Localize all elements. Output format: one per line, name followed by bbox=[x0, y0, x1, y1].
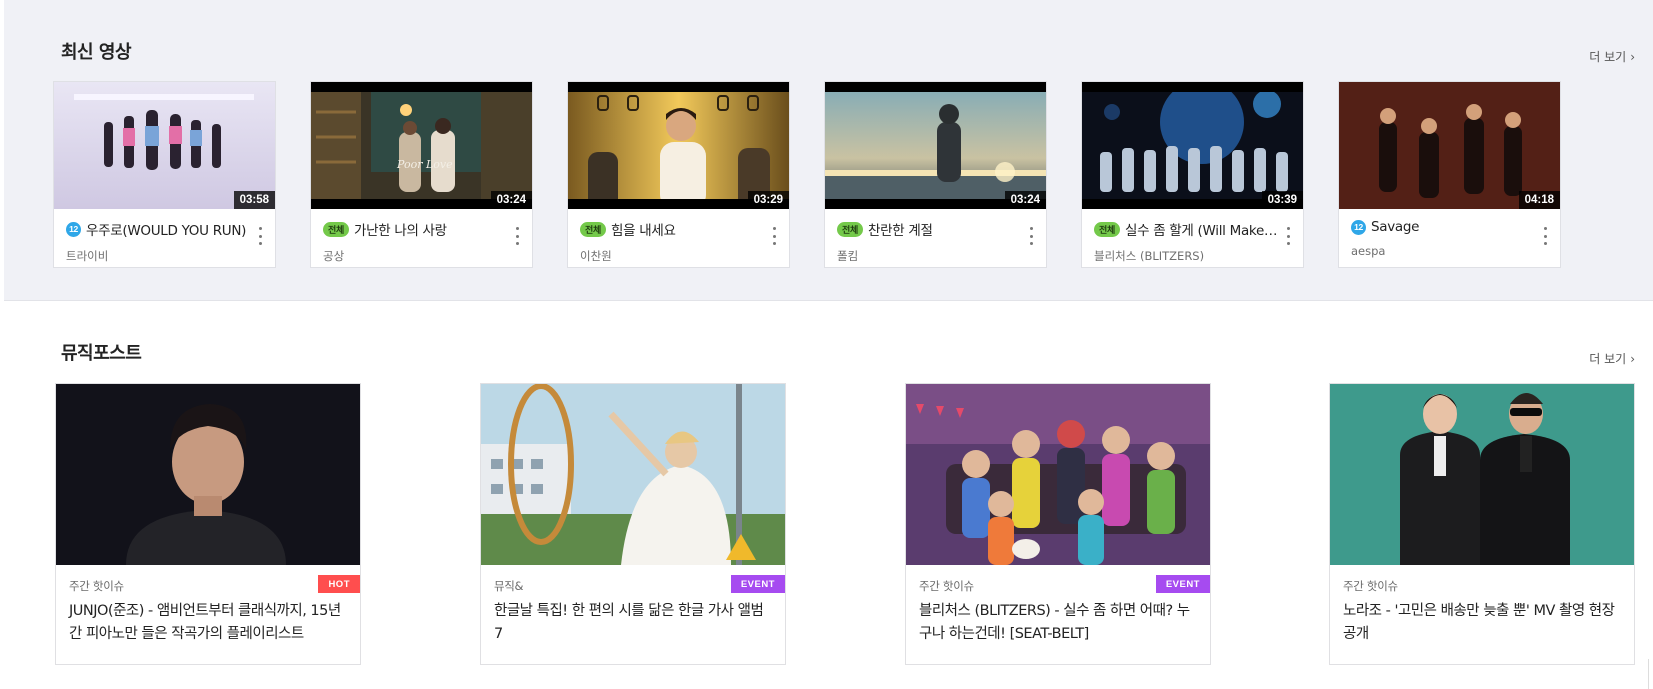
post-image-picture bbox=[481, 384, 785, 565]
post-image-picture bbox=[1330, 384, 1634, 565]
more-label: 더 보기 bbox=[1589, 352, 1627, 366]
post-image-picture bbox=[906, 384, 1210, 565]
post-image[interactable] bbox=[481, 384, 785, 565]
video-title[interactable]: 전체 힘을 내세요 bbox=[580, 219, 765, 239]
video-card[interactable]: 04:18 12 Savage aespa bbox=[1338, 81, 1561, 268]
chevron-right-icon: › bbox=[1630, 49, 1635, 64]
video-artist[interactable]: 트라이비 bbox=[66, 248, 263, 264]
video-duration: 03:58 bbox=[233, 191, 275, 209]
video-artist[interactable]: 블리처스 (BLITZERS) bbox=[1094, 248, 1291, 264]
video-thumbnail[interactable]: Poor Love 03:24 bbox=[311, 82, 532, 209]
post-title[interactable]: 한글날 특집! 한 편의 시를 닮은 한글 가사 앨범 7 bbox=[494, 600, 773, 646]
rating-all-icon: 전체 bbox=[580, 221, 606, 237]
video-title-text: 실수 좀 할게 (Will Make … bbox=[1124, 223, 1279, 239]
video-title[interactable]: 12 우주로(WOULD YOU RUN) bbox=[66, 219, 251, 239]
video-duration: 03:24 bbox=[490, 191, 532, 209]
video-title-text: 가난한 나의 사랑 bbox=[353, 223, 447, 239]
video-card[interactable]: Poor Love 03:24 전체 가난한 나의 사랑 공상 bbox=[310, 81, 533, 268]
rating-all-icon: 전체 bbox=[837, 221, 863, 237]
video-title-text: 힘을 내세요 bbox=[610, 223, 676, 239]
section-title: 최신 영상 bbox=[61, 42, 132, 63]
rating-all-icon: 전체 bbox=[1094, 221, 1120, 237]
video-artist[interactable]: 이찬원 bbox=[580, 248, 777, 264]
hot-badge: HOT bbox=[318, 575, 360, 593]
rating-12-icon: 12 bbox=[1351, 219, 1366, 235]
more-vertical-icon[interactable] bbox=[1028, 227, 1034, 245]
more-vertical-icon[interactable] bbox=[514, 227, 520, 245]
video-title[interactable]: 전체 가난한 나의 사랑 bbox=[323, 219, 508, 239]
music-post-card[interactable]: 뮤직& EVENT 한글날 특집! 한 편의 시를 닮은 한글 가사 앨범 7 bbox=[480, 383, 786, 665]
video-thumbnail-image bbox=[568, 82, 789, 209]
video-thumbnail-image: Poor Love bbox=[311, 82, 532, 209]
video-thumbnail[interactable]: 03:39 bbox=[1082, 82, 1303, 209]
video-card[interactable]: 03:29 전체 힘을 내세요 이찬원 bbox=[567, 81, 790, 268]
video-duration: 03:39 bbox=[1261, 191, 1303, 209]
video-duration: 04:18 bbox=[1518, 191, 1560, 209]
more-label: 더 보기 bbox=[1589, 50, 1627, 64]
post-image[interactable] bbox=[906, 384, 1210, 565]
video-artist[interactable]: 폴킴 bbox=[837, 248, 1034, 264]
event-badge: EVENT bbox=[730, 575, 785, 593]
post-image[interactable] bbox=[56, 384, 360, 565]
more-link[interactable]: 더 보기 › bbox=[1589, 350, 1635, 367]
video-title[interactable]: 12 Savage bbox=[1351, 219, 1536, 235]
video-artist[interactable]: aespa bbox=[1351, 244, 1548, 258]
more-vertical-icon[interactable] bbox=[257, 227, 263, 245]
video-thumbnail[interactable]: 03:29 bbox=[568, 82, 789, 209]
video-duration: 03:29 bbox=[747, 191, 789, 209]
more-link[interactable]: 더 보기 › bbox=[1589, 48, 1635, 65]
video-card[interactable]: 03:58 12 우주로(WOULD YOU RUN) 트라이비 bbox=[53, 81, 276, 268]
video-thumbnail-image bbox=[54, 82, 275, 209]
video-card[interactable]: 03:39 전체 실수 좀 할게 (Will Make … 블리처스 (BLIT… bbox=[1081, 81, 1304, 268]
post-image[interactable] bbox=[1330, 384, 1634, 565]
video-thumbnail-image bbox=[1082, 82, 1303, 209]
more-vertical-icon[interactable] bbox=[771, 227, 777, 245]
rating-all-icon: 전체 bbox=[323, 221, 349, 237]
chevron-right-icon: › bbox=[1630, 351, 1635, 366]
event-badge: EVENT bbox=[1155, 575, 1210, 593]
video-card[interactable]: 03:24 전체 찬란한 계절 폴킴 bbox=[824, 81, 1047, 268]
post-category: 주간 핫이슈 bbox=[1343, 579, 1398, 593]
video-title[interactable]: 전체 찬란한 계절 bbox=[837, 219, 1022, 239]
video-thumbnail[interactable]: 03:24 bbox=[825, 82, 1046, 209]
video-artist[interactable]: 공상 bbox=[323, 248, 520, 264]
video-duration: 03:24 bbox=[1004, 191, 1046, 209]
post-image-picture bbox=[56, 384, 360, 565]
scrollbar[interactable] bbox=[1648, 659, 1653, 689]
rating-12-icon: 12 bbox=[66, 221, 81, 237]
video-title[interactable]: 전체 실수 좀 할게 (Will Make … bbox=[1094, 219, 1279, 239]
post-title[interactable]: 블리처스 (BLITZERS) - 실수 좀 하면 어때? 누구나 하는건데! … bbox=[919, 600, 1198, 646]
section-title: 뮤직포스트 bbox=[61, 343, 142, 364]
post-title[interactable]: 노라조 - '고민은 배송만 늦출 뿐' MV 촬영 현장 공개 bbox=[1343, 600, 1622, 646]
music-post-card[interactable]: 주간 핫이슈 노라조 - '고민은 배송만 늦출 뿐' MV 촬영 현장 공개 bbox=[1329, 383, 1635, 665]
video-title-text: Savage bbox=[1371, 219, 1420, 235]
video-thumbnail-image bbox=[1339, 82, 1560, 209]
video-thumbnail[interactable]: 03:58 bbox=[54, 82, 275, 209]
post-title[interactable]: JUNJO(준조) - 앰비언트부터 클래식까지, 15년간 피아노만 들은 작… bbox=[69, 600, 348, 646]
video-thumbnail-image bbox=[825, 82, 1046, 209]
more-vertical-icon[interactable] bbox=[1285, 227, 1291, 245]
more-vertical-icon[interactable] bbox=[1542, 227, 1548, 245]
video-title-text: 찬란한 계절 bbox=[867, 223, 933, 239]
music-post-card[interactable]: 주간 핫이슈 EVENT 블리처스 (BLITZERS) - 실수 좀 하면 어… bbox=[905, 383, 1211, 665]
music-post-card[interactable]: 주간 핫이슈 HOT JUNJO(준조) - 앰비언트부터 클래식까지, 15년… bbox=[55, 383, 361, 665]
video-thumbnail[interactable]: 04:18 bbox=[1339, 82, 1560, 209]
video-title-text: 우주로(WOULD YOU RUN) bbox=[86, 223, 247, 239]
post-category: 주간 핫이슈 bbox=[69, 579, 124, 593]
video-thumbnail-text: Poor Love bbox=[396, 158, 453, 171]
